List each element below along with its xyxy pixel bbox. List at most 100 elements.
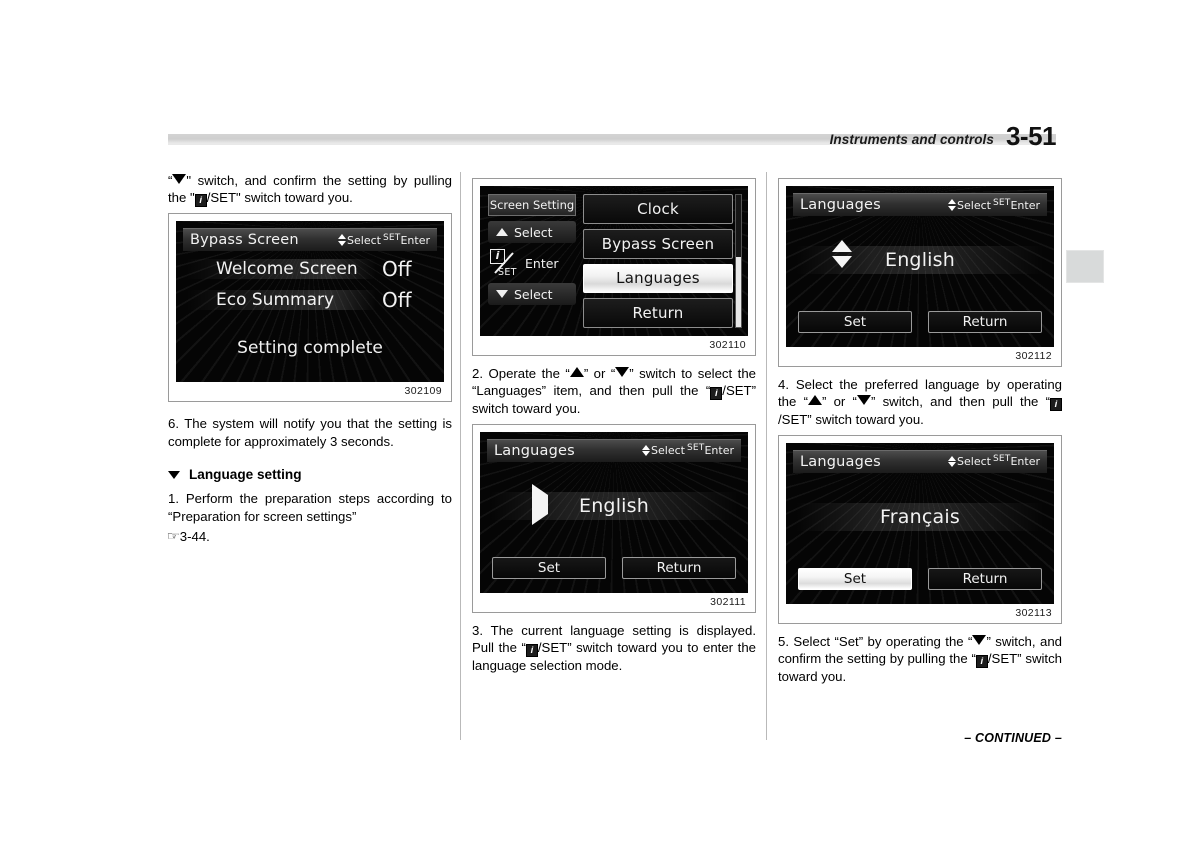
menu-item-bypass-screen[interactable]: Bypass Screen bbox=[583, 228, 733, 259]
lcd-title: Languages bbox=[800, 197, 881, 213]
lcd-title: Bypass Screen bbox=[190, 232, 299, 249]
menu-sidebar-header: Screen Setting bbox=[488, 194, 576, 216]
menu-select-up-button[interactable]: Select bbox=[488, 221, 576, 243]
menu-item-return[interactable]: Return bbox=[583, 298, 733, 328]
menu-layout: Screen Setting Select i SET Enter Select… bbox=[480, 186, 748, 336]
menu-item-languages[interactable]: Languages bbox=[583, 263, 733, 294]
down-arrow-icon bbox=[972, 634, 987, 645]
info-set-icon: i bbox=[525, 644, 538, 658]
select-hint: Select bbox=[642, 444, 685, 457]
set-button[interactable]: Set bbox=[798, 567, 912, 590]
figure-302109: Bypass Screen Select SET Enter Welcome S… bbox=[168, 213, 452, 403]
figure-302110: Screen Setting Select i SET Enter Select… bbox=[472, 178, 756, 356]
set-button[interactable]: Set bbox=[492, 556, 606, 579]
lcd-bypass-screen: Bypass Screen Select SET Enter Welcome S… bbox=[176, 221, 444, 383]
info-set-icon: i bbox=[1050, 398, 1062, 412]
menu-scrollbar[interactable] bbox=[735, 194, 742, 328]
middle-column: Screen Setting Select i SET Enter Select… bbox=[472, 172, 756, 678]
step-1-paragraph: 1. Perform the preparation steps accordi… bbox=[168, 491, 452, 524]
up-down-arrows-icon bbox=[832, 240, 852, 268]
lcd-title-bar: Languages Select SET Enter bbox=[487, 438, 741, 462]
chapter-thumb-tab bbox=[1066, 250, 1104, 283]
lcd-title-bar: Languages Select SET Enter bbox=[793, 449, 1047, 473]
down-arrow-icon bbox=[856, 395, 871, 406]
page-number: 3-51 bbox=[1005, 121, 1057, 151]
triangle-right-icon bbox=[532, 483, 548, 525]
enter-hint: SET Enter bbox=[992, 454, 1040, 469]
step-1-reference: ☞3-44. bbox=[166, 529, 210, 545]
figure-302113: Languages Select SET Enter Français Set … bbox=[778, 434, 1062, 624]
left-column: “" switch, and confirm the setting by pu… bbox=[166, 172, 452, 549]
select-down-label: Select bbox=[514, 286, 553, 302]
lcd-language-francais: Languages Select SET Enter Français Set … bbox=[786, 442, 1054, 604]
down-arrow-icon bbox=[615, 367, 630, 377]
down-arrow-icon bbox=[496, 290, 508, 298]
language-value: Français bbox=[880, 505, 960, 528]
step-2-paragraph: 2. Operate the “” or “” switch to select… bbox=[472, 366, 756, 417]
menu-enter-button[interactable]: i SET Enter bbox=[488, 248, 576, 278]
figure-id: 302109 bbox=[404, 385, 442, 398]
lcd-title: Languages bbox=[800, 453, 881, 470]
menu-select-down-button[interactable]: Select bbox=[488, 283, 576, 305]
step-5-paragraph: 5. Select “Set” by operating the “” swit… bbox=[778, 633, 1062, 685]
column-divider-1 bbox=[460, 172, 461, 740]
up-arrow-icon bbox=[569, 367, 584, 377]
lcd-row: Eco Summary Off bbox=[186, 287, 434, 313]
info-set-icon: i SET bbox=[490, 249, 520, 278]
up-down-arrows-icon bbox=[338, 234, 347, 247]
lcd-button-row: Set Return bbox=[798, 567, 1042, 590]
up-arrow-icon bbox=[496, 228, 508, 236]
lcd-screen-setting-menu: Screen Setting Select i SET Enter Select… bbox=[480, 186, 748, 336]
return-button[interactable]: Return bbox=[928, 567, 1042, 590]
lcd-title: Languages bbox=[494, 442, 575, 459]
language-value: English bbox=[578, 494, 649, 517]
right-column: Languages Select SET Enter English Set R… bbox=[778, 172, 1062, 689]
up-down-arrows-icon bbox=[948, 455, 957, 469]
enter-hint: SET Enter bbox=[382, 232, 430, 247]
menu-sidebar: Screen Setting Select i SET Enter Select bbox=[488, 194, 576, 328]
figure-id: 302112 bbox=[1015, 350, 1052, 362]
row-label: Welcome Screen bbox=[186, 259, 376, 280]
return-button[interactable]: Return bbox=[928, 311, 1042, 333]
select-hint: Select bbox=[948, 199, 991, 212]
language-value-area: Français bbox=[786, 486, 1054, 548]
figure-id: 302113 bbox=[1015, 606, 1052, 619]
continuation-paragraph: “" switch, and confirm the setting by pu… bbox=[168, 173, 452, 208]
info-set-icon: i bbox=[710, 387, 723, 401]
return-button[interactable]: Return bbox=[622, 556, 736, 579]
selection-marker bbox=[532, 483, 548, 525]
up-down-arrows-icon bbox=[948, 199, 957, 212]
scrollbar-thumb[interactable] bbox=[736, 257, 741, 327]
language-value: English bbox=[884, 249, 955, 271]
lcd-button-row: Set Return bbox=[798, 311, 1042, 333]
menu-item-list: Clock Bypass Screen Languages Return bbox=[583, 194, 742, 328]
pointing-hand-icon: ☞ bbox=[166, 529, 181, 544]
row-value: Off bbox=[382, 257, 412, 282]
enter-label: Enter bbox=[525, 255, 559, 271]
menu-item-clock[interactable]: Clock bbox=[583, 194, 733, 224]
lcd-title-bar: Languages Select SET Enter bbox=[793, 193, 1047, 216]
lcd-button-row: Set Return bbox=[492, 556, 736, 579]
step-4-paragraph: 4. Select the preferred language by oper… bbox=[778, 377, 1062, 428]
lcd-title-bar: Bypass Screen Select SET Enter bbox=[183, 228, 437, 252]
figure-302112: Languages Select SET Enter English Set R… bbox=[778, 178, 1062, 367]
lcd-hint-group: Select SET Enter bbox=[948, 454, 1040, 469]
row-value: Off bbox=[382, 288, 412, 313]
select-hint: Select bbox=[948, 455, 991, 468]
up-arrow-icon bbox=[807, 395, 822, 406]
lcd-languages-display: Languages Select SET Enter English Set R… bbox=[480, 431, 748, 593]
enter-hint: SET Enter bbox=[686, 443, 734, 458]
lcd-hint-group: Select SET Enter bbox=[642, 443, 734, 458]
down-arrow-icon bbox=[172, 174, 187, 184]
manual-page: Instruments and controls 3-51 “" switch,… bbox=[0, 0, 1200, 863]
lcd-hint-group: Select SET Enter bbox=[338, 232, 430, 247]
language-value-area: English bbox=[480, 475, 748, 537]
step-6-paragraph: 6. The system will notify you that the s… bbox=[168, 416, 452, 449]
enter-hint: SET Enter bbox=[992, 197, 1040, 212]
selection-marker bbox=[832, 240, 852, 268]
figure-id: 302110 bbox=[709, 339, 746, 351]
info-set-icon: i bbox=[975, 655, 988, 669]
column-divider-2 bbox=[766, 172, 767, 740]
figure-302111: Languages Select SET Enter English Set R… bbox=[472, 423, 756, 613]
set-button[interactable]: Set bbox=[798, 311, 912, 333]
